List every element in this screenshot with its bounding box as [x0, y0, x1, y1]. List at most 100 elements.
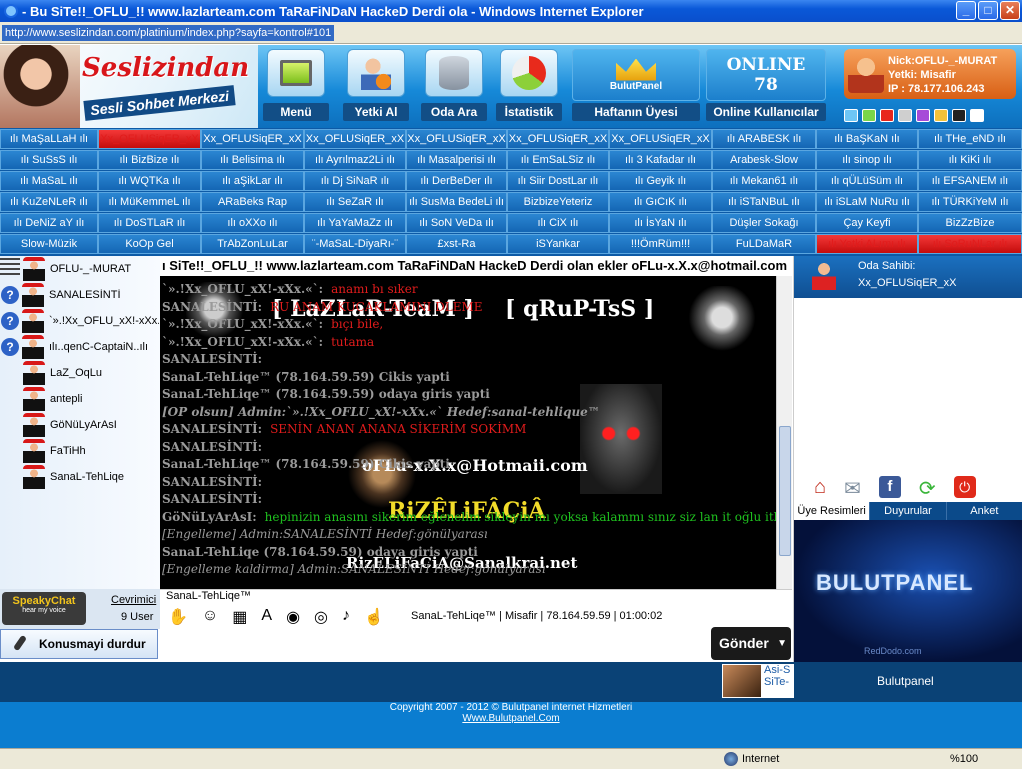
room-button[interactable]: ılı Yetki ALımı ılı — [816, 234, 918, 254]
theme-color-swatch[interactable] — [934, 109, 948, 122]
webcam-icon[interactable]: ◉ — [286, 607, 300, 627]
user-row[interactable]: ? `».!Xx_OFLU_xX!-xXx. — [0, 308, 160, 334]
power-icon[interactable]: ⏻ — [953, 476, 976, 498]
room-button[interactable]: ılı THe_eND ılı — [918, 129, 1022, 149]
room-button[interactable]: Arabesk-Slow — [712, 150, 816, 170]
user-row[interactable]: ? SANALESİNTİ — [0, 282, 160, 308]
nav-stats-button[interactable]: İstatistik — [496, 49, 562, 123]
chat-sender[interactable]: SANALESİNTİ: — [162, 492, 262, 506]
chat-sender[interactable]: `».!Xx_OFLU_xX!-xXx.«`: — [162, 282, 323, 296]
room-button[interactable]: ılı MüKemmeL ılı — [98, 192, 201, 212]
nav-menu-button[interactable]: Menü — [263, 49, 329, 123]
room-button[interactable]: ılı İsYaN ılı — [609, 213, 712, 233]
room-button[interactable]: Xx_OFLUSiqER_xX — [609, 129, 712, 149]
facebook-icon[interactable]: f — [878, 476, 901, 498]
theme-color-swatch[interactable] — [970, 109, 984, 122]
chat-sender[interactable]: `».!Xx_OFLU_xX!-xXx.«`: — [162, 317, 323, 331]
chat-scrollbar[interactable] — [776, 276, 792, 589]
room-button[interactable]: ılı SoN VeDa ılı — [406, 213, 507, 233]
room-button[interactable]: ılı MaSaL ılı — [0, 171, 98, 191]
room-button[interactable]: ılı iSTaNBuL ılı — [712, 192, 816, 212]
room-button[interactable]: ılı Dj SiNaR ılı — [304, 171, 406, 191]
room-button[interactable]: ılı KiKi ılı — [918, 150, 1022, 170]
nav-search-button[interactable]: Oda Ara — [421, 49, 487, 123]
home-icon[interactable]: ⌂ — [814, 476, 826, 501]
theme-color-swatch[interactable] — [862, 109, 876, 122]
smiley-icon[interactable]: ☺ — [202, 607, 218, 627]
room-button[interactable]: ılı KuZeNLeR ılı — [0, 192, 98, 212]
refresh-icon[interactable]: ⟳ — [919, 476, 936, 501]
room-button[interactable]: ılı iSLaM NuRu ılı — [816, 192, 918, 212]
room-button[interactable]: ılı 3 Kafadar ılı — [609, 150, 712, 170]
close-button[interactable]: ✕ — [1000, 1, 1020, 20]
speaky-logo[interactable]: SpeakyChat hear my voice — [2, 592, 86, 625]
room-button[interactable]: ılı BizBize ılı — [98, 150, 201, 170]
font-icon[interactable]: A — [261, 607, 272, 627]
room-button[interactable]: ılı DoSTLaR ılı — [98, 213, 201, 233]
room-button[interactable]: ılı YaYaMaZz ılı — [304, 213, 406, 233]
room-button[interactable]: ılı Ayrılmaz2Li ılı — [304, 150, 406, 170]
room-button[interactable]: ılı oXXo ılı — [201, 213, 304, 233]
user-row[interactable]: FaTiHh — [0, 438, 160, 464]
room-button[interactable]: ılı DeNiZ aY ılı — [0, 213, 98, 233]
hand-icon[interactable]: ✋ — [168, 607, 188, 627]
room-button[interactable]: ılı EFSANEM ılı — [918, 171, 1022, 191]
room-button[interactable]: TrAbZonLuLar — [201, 234, 304, 254]
room-button[interactable]: ılı DerBeDer ılı — [406, 171, 507, 191]
room-button[interactable]: ılı SuSsS ılı — [0, 150, 98, 170]
scrollbar-thumb[interactable] — [779, 426, 791, 556]
chat-sender[interactable]: SANALESİNTİ: — [162, 440, 262, 454]
room-button[interactable]: ılı GıCıK ılı — [609, 192, 712, 212]
stop-talking-button[interactable]: Konusmayi durdur — [0, 629, 158, 659]
room-button[interactable]: ılı SeZaR ılı — [304, 192, 406, 212]
chat-sender[interactable]: SANALESİNTİ: — [162, 300, 262, 314]
copyright-link[interactable]: Www.Bulutpanel.Com — [0, 713, 1022, 724]
raise-hand-icon[interactable]: ☝ — [364, 607, 384, 627]
room-button[interactable]: Xx_OFLUSiqER_xX — [304, 129, 406, 149]
message-input[interactable] — [160, 629, 710, 659]
room-button[interactable]: ılı MaŞaLLaH ılı — [0, 129, 98, 149]
weekly-member-button[interactable]: BulutPanel Haftanın Üyesi — [572, 49, 700, 123]
room-button[interactable]: ılı Masalperisi ılı — [406, 150, 507, 170]
user-row[interactable]: ? ılı..qenC-CaptaiN..ılı — [0, 334, 160, 360]
address-bar[interactable]: http://www.seslizindan.com/platinium/ind… — [0, 22, 1022, 44]
tab-member-photos[interactable]: Üye Resimleri — [794, 502, 871, 520]
chevron-down-icon[interactable]: ▼ — [777, 627, 787, 660]
room-button[interactable]: ılı Siir DostLar ılı — [507, 171, 609, 191]
theme-color-swatch[interactable] — [916, 109, 930, 122]
minimize-button[interactable]: _ — [956, 1, 976, 20]
room-button[interactable]: ARaBeks Rap — [201, 192, 304, 212]
ad-banner[interactable]: BULUTPANEL RedDodo.com — [794, 520, 1022, 662]
room-button[interactable]: ılı SoRuNLar ılı — [918, 234, 1022, 254]
mail-add-icon[interactable]: ✉ — [844, 476, 861, 501]
room-button[interactable]: Xx_OFLUSiqER_xX — [98, 129, 201, 149]
room-button[interactable]: ılı qÜLüSüm ılı — [816, 171, 918, 191]
user-row[interactable]: GöNüLyArAsI — [0, 412, 160, 438]
nav-yetki-button[interactable]: Yetki Al — [343, 49, 409, 123]
film-icon[interactable]: ▦ — [232, 607, 247, 627]
online-users-button[interactable]: ONLINE 78 Online Kullanıcılar — [706, 49, 826, 123]
eye-icon[interactable]: ◎ — [314, 607, 328, 627]
theme-color-swatch[interactable] — [880, 109, 894, 122]
room-button[interactable]: BizbizeYeteriz — [507, 192, 609, 212]
user-row[interactable]: OFLU-_-MURAT — [0, 256, 160, 282]
address-url[interactable]: http://www.seslizindan.com/platinium/ind… — [2, 24, 335, 41]
room-button[interactable]: ılı WQTKa ılı — [98, 171, 201, 191]
user-row[interactable]: SanaL-TehLiqe — [0, 464, 160, 490]
theme-color-swatch[interactable] — [952, 109, 966, 122]
room-button[interactable]: ılı Mekan61 ılı — [712, 171, 816, 191]
tab-announcements[interactable]: Duyurular — [870, 502, 947, 520]
online-label-link[interactable]: Cevrimici — [111, 594, 156, 606]
mini-avatar[interactable] — [722, 664, 762, 698]
room-button[interactable]: ılı BaŞKaN ılı — [816, 129, 918, 149]
room-button[interactable]: Xx_OFLUSiqER_xX — [406, 129, 507, 149]
theme-color-swatch[interactable] — [844, 109, 858, 122]
room-button[interactable]: ılı Geyik ılı — [609, 171, 712, 191]
tab-poll[interactable]: Anket — [947, 502, 1022, 520]
room-button[interactable]: ılı SusMa BedeLi ılı — [406, 192, 507, 212]
room-button[interactable]: Xx_OFLUSiqER_xX — [201, 129, 304, 149]
room-button[interactable]: ılı Belisima ılı — [201, 150, 304, 170]
chat-sender[interactable]: SANALESİNTİ: — [162, 475, 262, 489]
room-button[interactable]: ılı TÜRKiYeM ılı — [918, 192, 1022, 212]
room-button[interactable]: BizZzBize — [918, 213, 1022, 233]
